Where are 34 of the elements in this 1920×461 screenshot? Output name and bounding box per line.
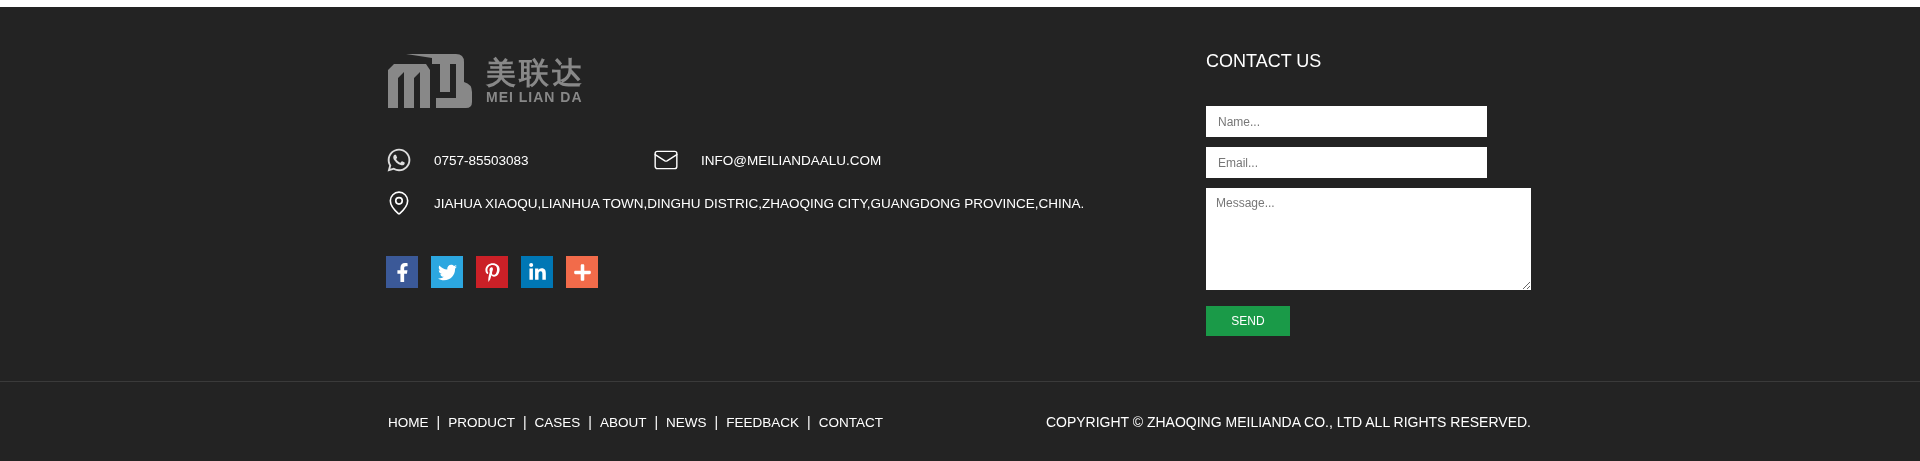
nav-link[interactable]: NEWS	[666, 414, 707, 430]
nav-link[interactable]: ABOUT	[599, 414, 647, 430]
nav-link[interactable]: PRODUCT	[448, 414, 515, 430]
name-field[interactable]: Name...	[1206, 106, 1487, 137]
copyright-text: COPYRIGHT © ZHAOQING MEILIANDA CO., LTD ALL RIGHTS RESERVED.	[1045, 414, 1531, 430]
contact-title: CONTACT US	[1206, 51, 1323, 72]
social-link[interactable]	[521, 256, 553, 288]
pinterest-icon	[482, 262, 502, 282]
logo-chinese-text: 美联达	[486, 57, 585, 89]
social-link[interactable]	[566, 256, 598, 288]
logo-latin-text: MEI LIAN DA	[486, 89, 584, 105]
social-link[interactable]	[476, 256, 508, 288]
phone-number: 0757-85503083	[434, 152, 529, 168]
phone-bubble-icon	[386, 147, 412, 173]
email-field[interactable]: Email...	[1206, 147, 1487, 178]
email-link[interactable]: INFO@MEILIANDAALU.COM	[701, 152, 882, 168]
nav-link[interactable]: CONTACT	[818, 414, 883, 430]
nav-separator: |	[654, 414, 659, 430]
address-text: JIAHUA XIAOQU,LIANHUA TOWN,DINGHU DISTRIC,ZHAOQING CITY,GUANGDONG PROVINCE,CHINA.	[434, 195, 1085, 211]
nav-link[interactable]: HOME	[388, 414, 429, 430]
nav-link[interactable]: CASES	[534, 414, 581, 430]
nav-link[interactable]: FEEDBACK	[726, 414, 800, 430]
logo-mark-icon	[386, 52, 474, 110]
message-field[interactable]: Message...	[1206, 188, 1531, 290]
plus-icon	[572, 262, 592, 282]
nav-separator: |	[714, 414, 719, 430]
social-link[interactable]	[386, 256, 418, 288]
linkedin-icon	[527, 262, 547, 282]
nav-separator: |	[588, 414, 592, 430]
nav-separator: |	[807, 414, 811, 430]
bird-icon	[437, 262, 457, 282]
nav-separator: |	[522, 414, 527, 430]
send-button[interactable]: SEND	[1206, 306, 1290, 336]
nav-separator: |	[436, 414, 441, 430]
